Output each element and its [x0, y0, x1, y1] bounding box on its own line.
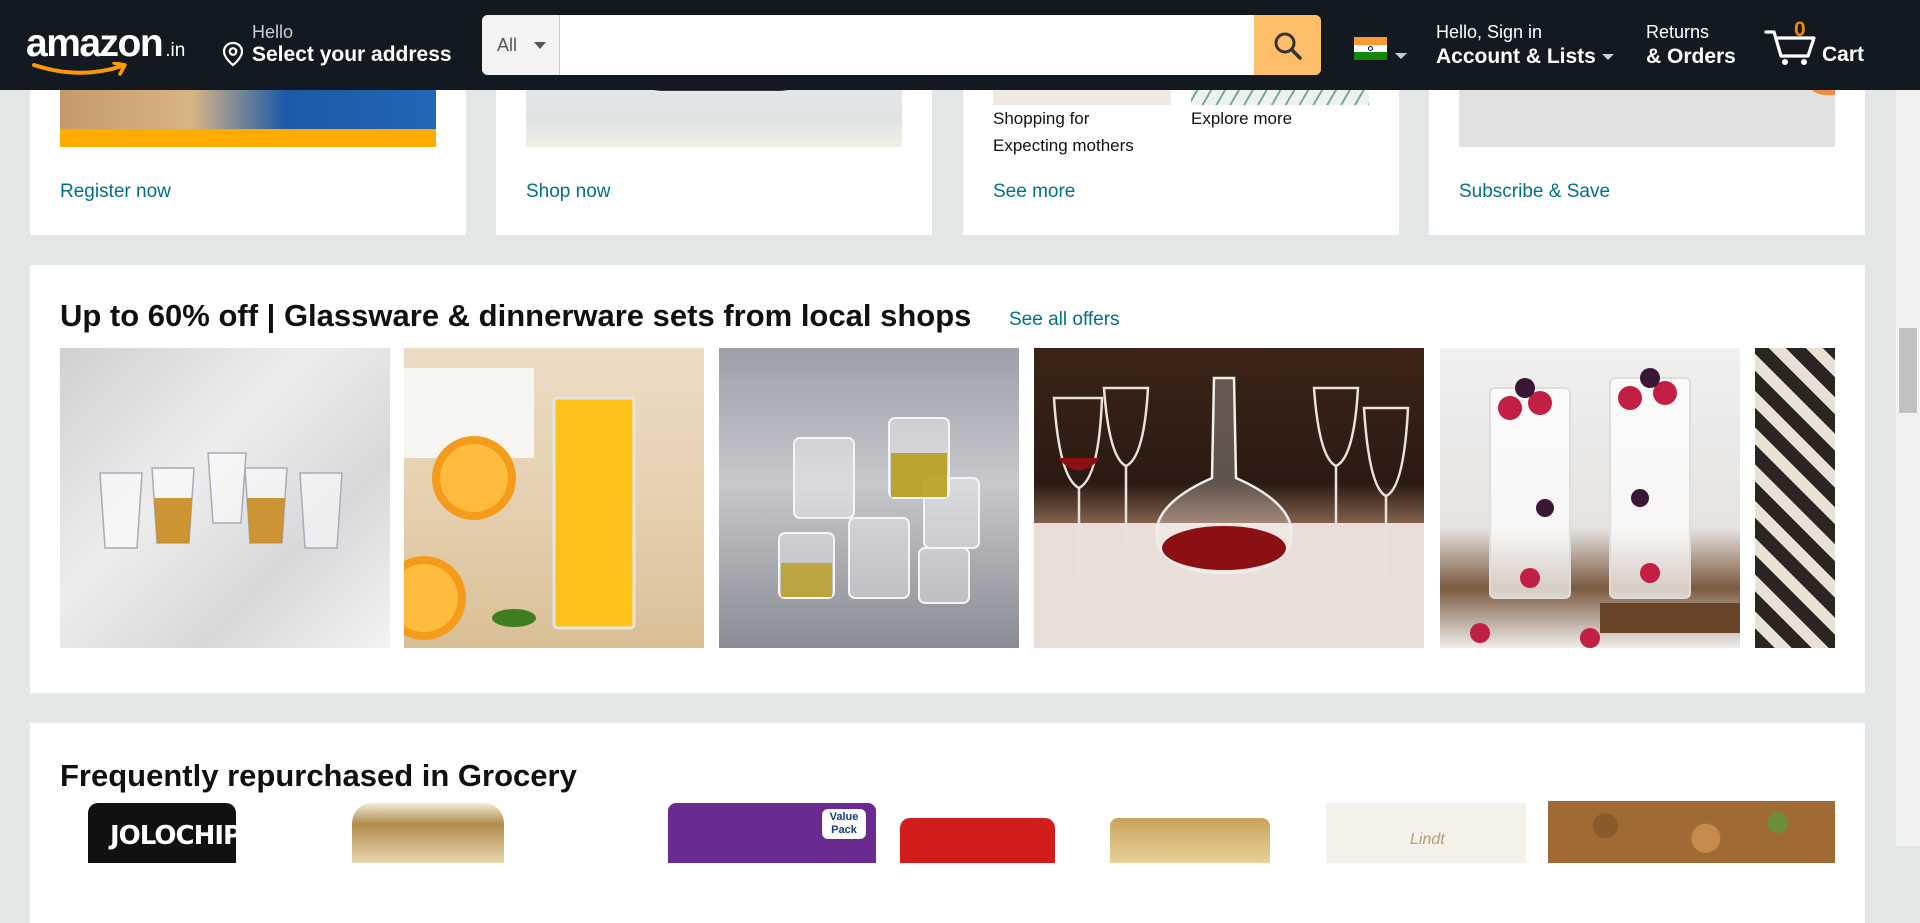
glassware-section-title: Up to 60% off | Glassware & dinnerware s… [60, 298, 972, 333]
orders-label: & Orders [1646, 45, 1736, 68]
amazon-logo[interactable]: amazon .in [26, 22, 186, 76]
cart-count: 0 [1794, 18, 1806, 41]
search-bar: All [482, 15, 1321, 75]
location-pin-icon [222, 41, 244, 67]
glassware-deals-card: Up to 60% off | Glassware & dinnerware s… [30, 265, 1865, 693]
partial-product-image[interactable] [1755, 348, 1835, 648]
page-scrollbar[interactable] [1896, 90, 1920, 846]
logo-tld: .in [165, 40, 186, 61]
cart-button[interactable]: 0 Cart [1764, 16, 1874, 74]
search-input[interactable] [560, 15, 1235, 75]
chips-brand: JOLOCHIP [110, 821, 236, 851]
grocery-repurchase-card: Frequently repurchased in Grocery JOLOCH… [30, 723, 1865, 923]
account-and-lists[interactable]: Hello, Sign in Account & Lists [1436, 22, 1614, 69]
top-nav-bar: amazon.in Hello Select your address All [0, 0, 1920, 90]
returns-and-orders[interactable]: Returns & Orders [1646, 22, 1736, 69]
ice-cream-tub-image[interactable] [352, 803, 504, 863]
india-flag-icon[interactable] [1354, 37, 1387, 60]
see-all-offers-link[interactable]: See all offers [1009, 309, 1120, 331]
expecting-mothers-caption[interactable]: Shopping for Expecting mothers [993, 105, 1153, 159]
search-category-label: All [497, 35, 518, 55]
explore-more-caption[interactable]: Explore more [1191, 105, 1351, 132]
snack-pack-image[interactable]: Value Pack [668, 803, 876, 863]
chevron-down-icon [1601, 54, 1614, 61]
grocery-section-title: Frequently repurchased in Grocery [60, 758, 577, 793]
address-cta: Select your address [252, 43, 452, 66]
search-category-select[interactable]: All [482, 15, 560, 75]
wine-glasses-decanter-image[interactable] [1034, 348, 1424, 648]
see-more-link[interactable]: See more [993, 181, 1075, 203]
account-greeting: Hello, Sign in [1436, 22, 1543, 42]
dessert-glasses-berries-image[interactable] [1440, 348, 1740, 648]
chips-pack-image[interactable]: JOLOCHIP [88, 803, 236, 863]
logo-smile-icon [32, 62, 127, 76]
chevron-down-icon [534, 42, 546, 49]
logo-wordmark: amazon [26, 22, 164, 65]
search-button[interactable] [1254, 15, 1321, 75]
chocolate-brand: Lindt [1410, 831, 1445, 848]
register-now-link[interactable]: Register now [60, 181, 171, 203]
language-chevron-icon[interactable] [1395, 53, 1407, 59]
search-icon [1274, 32, 1302, 60]
address-greeting: Hello [252, 22, 294, 42]
scrollbar-thumb[interactable] [1899, 328, 1917, 413]
chocolate-box-image[interactable]: Lindt [1326, 803, 1526, 863]
gold-box-image[interactable] [1110, 818, 1270, 863]
glass-tumbler-set-image[interactable] [719, 348, 1019, 648]
mixed-nuts-image[interactable] [1548, 801, 1835, 863]
cart-label: Cart [1822, 43, 1865, 66]
account-label: Account & Lists [1436, 45, 1596, 68]
value-pack-badge: Value Pack [822, 809, 866, 839]
cart-icon [1764, 30, 1816, 65]
shot-glasses-image[interactable] [60, 348, 390, 648]
returns-label: Returns [1646, 22, 1710, 42]
red-tin-image[interactable] [900, 818, 1055, 863]
orange-juice-glass-image[interactable] [404, 348, 704, 648]
subscribe-save-link[interactable]: Subscribe & Save [1459, 181, 1610, 203]
shop-now-link[interactable]: Shop now [526, 181, 611, 203]
